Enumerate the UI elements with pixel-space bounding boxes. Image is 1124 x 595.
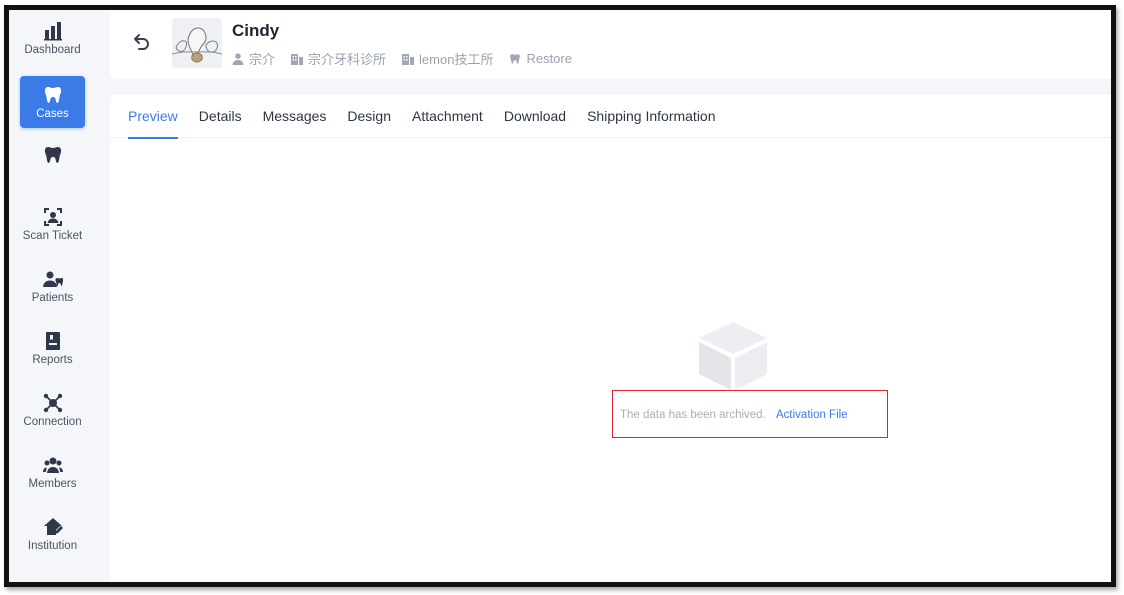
tab-shipping-information[interactable]: Shipping Information (587, 95, 715, 138)
sidebar-item-members[interactable]: Members (20, 446, 85, 498)
sidebar-item-cases[interactable]: Cases (20, 76, 85, 128)
tab-details[interactable]: Details (199, 95, 242, 138)
restore-type: Restore (526, 51, 572, 66)
user-icon (232, 52, 244, 65)
activation-file-link[interactable]: Activation File (776, 409, 848, 421)
empty-box-icon (699, 322, 767, 390)
sidebar-item-connection[interactable]: Connection (20, 384, 85, 436)
sidebar-item-reports[interactable]: Reports (20, 322, 85, 374)
doctor-name: 宗介 (249, 52, 276, 67)
tooth-icon (510, 53, 521, 64)
tab-preview[interactable]: Preview (128, 95, 178, 139)
dental-model-icon (172, 27, 222, 63)
sidebar-item-label: Scan Ticket (22, 229, 83, 242)
restore-meta: Restore (509, 51, 572, 66)
building-icon (291, 53, 304, 65)
tooth-icon (44, 86, 61, 103)
sidebar-item-label: Patients (31, 291, 74, 304)
sidebar-item-label: Dashboard (24, 43, 81, 56)
case-detail-panel: Preview Details Messages Design Attachme… (110, 95, 1111, 582)
bar-chart-icon (43, 21, 62, 40)
app-window: Dashboard Cases Scan Ticket Patients Rep… (4, 5, 1116, 587)
tab-design[interactable]: Design (347, 95, 391, 138)
scan-user-icon (43, 207, 62, 226)
sidebar: Dashboard Cases Scan Ticket Patients Rep… (9, 10, 100, 582)
clinic-meta: 宗介牙科诊所 (291, 49, 386, 68)
sidebar-item-label: Institution (27, 539, 78, 552)
sidebar-item-dashboard[interactable]: Dashboard (20, 12, 85, 64)
tooth-icon (44, 146, 61, 163)
tab-attachment[interactable]: Attachment (412, 95, 483, 138)
archived-message: The data has been archived. (620, 409, 766, 421)
undo-back-icon[interactable] (132, 32, 152, 52)
sidebar-item-institution[interactable]: Institution (20, 508, 85, 560)
sidebar-item-label: Connection (23, 415, 82, 428)
lab-name: lemon技工所 (419, 52, 494, 67)
case-meta-row: 宗介 宗介牙科诊所 lemon技工所 Restore (232, 49, 588, 68)
building-icon (402, 53, 415, 65)
clinic-name: 宗介牙科诊所 (308, 52, 387, 67)
sidebar-item-patients[interactable]: Patients (20, 260, 85, 312)
sidebar-item-tooth[interactable] (20, 130, 85, 182)
lab-meta: lemon技工所 (402, 49, 493, 68)
sidebar-item-label: Members (28, 477, 77, 490)
members-group-icon (42, 457, 63, 473)
sidebar-item-scan-ticket[interactable]: Scan Ticket (20, 198, 85, 250)
doctor-meta: 宗介 (232, 49, 275, 68)
case-header: Cindy 宗介 宗介牙科诊所 lemon技工所 Restore (110, 10, 1111, 79)
connection-hub-icon (43, 393, 62, 412)
case-thumbnail[interactable] (172, 18, 222, 68)
institution-house-icon (43, 517, 63, 535)
sidebar-item-label: Reports (32, 353, 73, 366)
tab-bar: Preview Details Messages Design Attachme… (110, 95, 1111, 139)
patient-tooth-icon (42, 271, 63, 287)
sidebar-item-label: Cases (36, 107, 69, 120)
tab-download[interactable]: Download (504, 95, 566, 138)
case-name: Cindy (232, 21, 280, 40)
report-book-icon (45, 331, 60, 350)
tab-messages[interactable]: Messages (263, 95, 327, 138)
